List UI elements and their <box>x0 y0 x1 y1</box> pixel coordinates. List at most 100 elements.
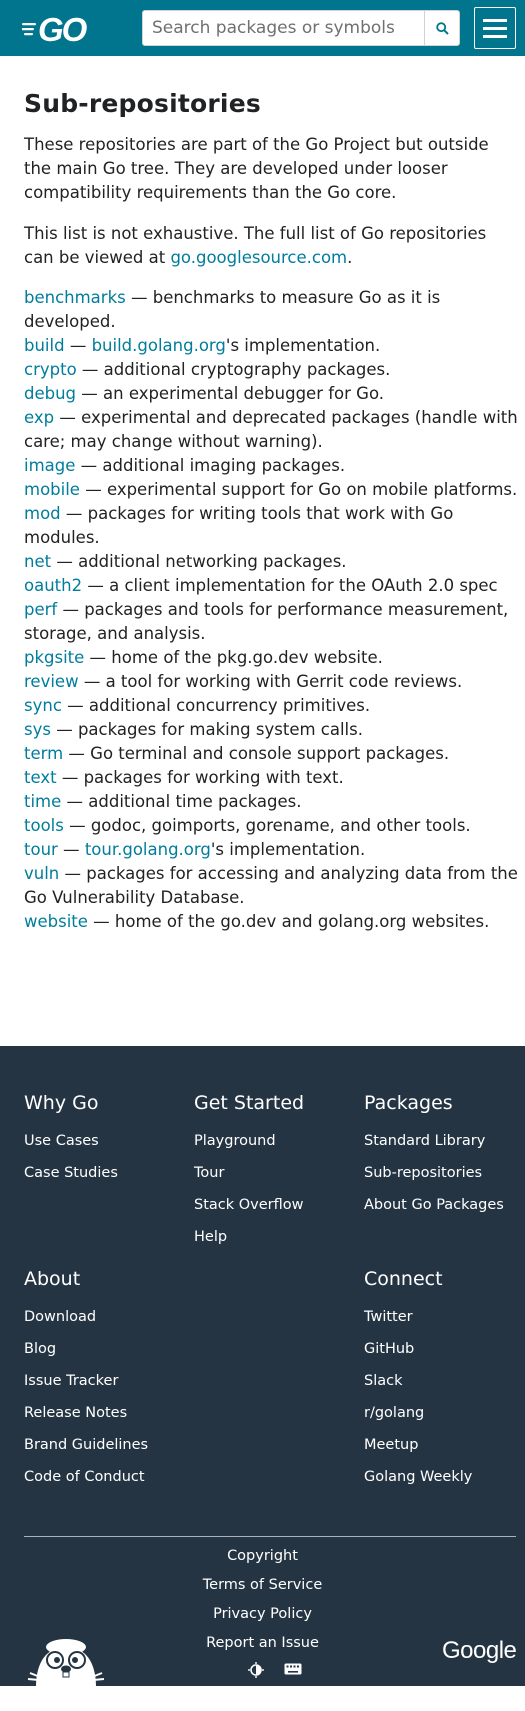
svg-text:GO: GO <box>38 14 88 44</box>
list-item: tour — tour.golang.org's implementation. <box>24 840 366 859</box>
list-item: pkgsite — home of the pkg.go.dev website… <box>24 648 383 667</box>
repo-link-mobile[interactable]: mobile <box>24 480 80 499</box>
list-item: term — Go terminal and console support p… <box>24 744 450 763</box>
footer-link[interactable]: Slack <box>364 1365 472 1397</box>
footer-heading: About <box>24 1268 81 1290</box>
footer-heading: Why Go <box>24 1092 99 1114</box>
list-item: website — home of the go.dev and golang.… <box>24 912 490 931</box>
go-logo[interactable]: GO <box>22 14 108 44</box>
repo-link-text[interactable]: text <box>24 768 57 787</box>
list-item: tools — godoc, goimports, gorename, and … <box>24 816 471 835</box>
tour-golang-link[interactable]: tour.golang.org <box>85 840 211 859</box>
footer-link[interactable]: Tour <box>194 1157 304 1189</box>
footer-link[interactable]: Playground <box>194 1125 304 1157</box>
repo-link-mod[interactable]: mod <box>24 504 61 523</box>
intro-paragraph: These repositories are part of the Go Pr… <box>24 135 489 202</box>
footer-link[interactable]: GitHub <box>364 1333 472 1365</box>
search-icon <box>435 21 449 35</box>
list-item: oauth2 — a client implementation for the… <box>24 576 498 595</box>
repo-link-build[interactable]: build <box>24 336 65 355</box>
list-item: time — additional time packages. <box>24 792 302 811</box>
list-item: crypto — additional cryptography package… <box>24 360 391 379</box>
footer-link[interactable]: Sub-repositories <box>364 1157 504 1189</box>
footer-column-packages: Packages Standard Library Sub-repositori… <box>364 1092 504 1221</box>
footer-link[interactable]: Brand Guidelines <box>24 1429 148 1461</box>
repo-link-time[interactable]: time <box>24 792 61 811</box>
footer-link[interactable]: Blog <box>24 1333 148 1365</box>
footer-link[interactable]: Issue Tracker <box>24 1365 148 1397</box>
build-golang-link[interactable]: build.golang.org <box>92 336 226 355</box>
repo-link-review[interactable]: review <box>24 672 79 691</box>
page-title: Sub-repositories <box>24 89 261 118</box>
repo-link-sync[interactable]: sync <box>24 696 62 715</box>
repo-link-crypto[interactable]: crypto <box>24 360 77 379</box>
site-header: GO <box>0 0 525 56</box>
list-item: perf — packages and tools for performanc… <box>24 600 509 643</box>
privacy-link[interactable]: Privacy Policy <box>0 1600 525 1629</box>
footer-link[interactable]: Meetup <box>364 1429 472 1461</box>
footer-link[interactable]: Standard Library <box>364 1125 504 1157</box>
repo-link-benchmarks[interactable]: benchmarks <box>24 288 126 307</box>
repo-link-net[interactable]: net <box>24 552 51 571</box>
repo-link-exp[interactable]: exp <box>24 408 54 427</box>
search-box <box>142 10 460 46</box>
repo-link-tools[interactable]: tools <box>24 816 64 835</box>
repo-list: benchmarks — benchmarks to measure Go as… <box>24 286 519 934</box>
footer-column-about: About Download Blog Issue Tracker Releas… <box>24 1268 148 1493</box>
list-item: sys — packages for making system calls. <box>24 720 363 739</box>
footer-icons <box>248 1662 302 1678</box>
search-input[interactable] <box>143 11 425 45</box>
list-item: mod — packages for writing tools that wo… <box>24 504 454 547</box>
list-item: vuln — packages for accessing and analyz… <box>24 864 518 907</box>
list-item: review — a tool for working with Gerrit … <box>24 672 463 691</box>
list-item: build — build.golang.org's implementatio… <box>24 336 381 355</box>
list-item: benchmarks — benchmarks to measure Go as… <box>24 288 441 331</box>
menu-button[interactable] <box>474 7 516 49</box>
footer-heading: Packages <box>364 1092 453 1114</box>
list-item: debug — an experimental debugger for Go. <box>24 384 384 403</box>
footer-link[interactable]: Use Cases <box>24 1125 118 1157</box>
repo-link-oauth2[interactable]: oauth2 <box>24 576 82 595</box>
gopher-mascot-icon <box>27 1639 105 1687</box>
footer-link[interactable]: Golang Weekly <box>364 1461 472 1493</box>
footer-link[interactable]: r/golang <box>364 1397 472 1429</box>
list-item: sync — additional concurrency primitives… <box>24 696 371 715</box>
note-paragraph: This list is not exhaustive. The full li… <box>24 224 487 267</box>
footer-link[interactable]: Stack Overflow <box>194 1189 304 1221</box>
footer-link[interactable]: Code of Conduct <box>24 1461 148 1493</box>
repo-link-tour[interactable]: tour <box>24 840 58 859</box>
list-item: mobile — experimental support for Go on … <box>24 480 518 499</box>
search-button[interactable] <box>424 11 459 45</box>
google-logo[interactable]: Google <box>442 1637 517 1665</box>
terms-link[interactable]: Terms of Service <box>0 1571 525 1600</box>
repo-link-image[interactable]: image <box>24 456 75 475</box>
copyright-link[interactable]: Copyright <box>0 1542 525 1571</box>
footer-divider <box>24 1536 516 1537</box>
footer-heading: Get Started <box>194 1092 305 1114</box>
footer-link[interactable]: Download <box>24 1301 148 1333</box>
footer-link[interactable]: Twitter <box>364 1301 472 1333</box>
repo-link-vuln[interactable]: vuln <box>24 864 59 883</box>
footer-link[interactable]: Release Notes <box>24 1397 148 1429</box>
repo-link-perf[interactable]: perf <box>24 600 57 619</box>
site-footer: Why Go Use Cases Case Studies Get Starte… <box>0 1046 525 1687</box>
footer-column-get-started: Get Started Playground Tour Stack Overfl… <box>194 1092 304 1253</box>
list-item: exp — experimental and deprecated packag… <box>24 408 518 451</box>
footer-link[interactable]: Help <box>194 1221 304 1253</box>
repo-link-term[interactable]: term <box>24 744 63 763</box>
googlesource-link[interactable]: go.googlesource.com <box>170 248 347 267</box>
theme-toggle-icon[interactable] <box>248 1662 264 1678</box>
repo-link-website[interactable]: website <box>24 912 88 931</box>
repo-link-pkgsite[interactable]: pkgsite <box>24 648 84 667</box>
footer-column-connect: Connect Twitter GitHub Slack r/golang Me… <box>364 1268 472 1493</box>
repo-link-sys[interactable]: sys <box>24 720 51 739</box>
repo-link-debug[interactable]: debug <box>24 384 76 403</box>
footer-column-why-go: Why Go Use Cases Case Studies <box>24 1092 118 1189</box>
list-item: net — additional networking packages. <box>24 552 347 571</box>
keyboard-icon[interactable] <box>284 1662 302 1676</box>
list-item: image — additional imaging packages. <box>24 456 346 475</box>
footer-link[interactable]: Case Studies <box>24 1157 118 1189</box>
list-item: text — packages for working with text. <box>24 768 344 787</box>
footer-heading: Connect <box>364 1268 443 1290</box>
footer-link[interactable]: About Go Packages <box>364 1189 504 1221</box>
